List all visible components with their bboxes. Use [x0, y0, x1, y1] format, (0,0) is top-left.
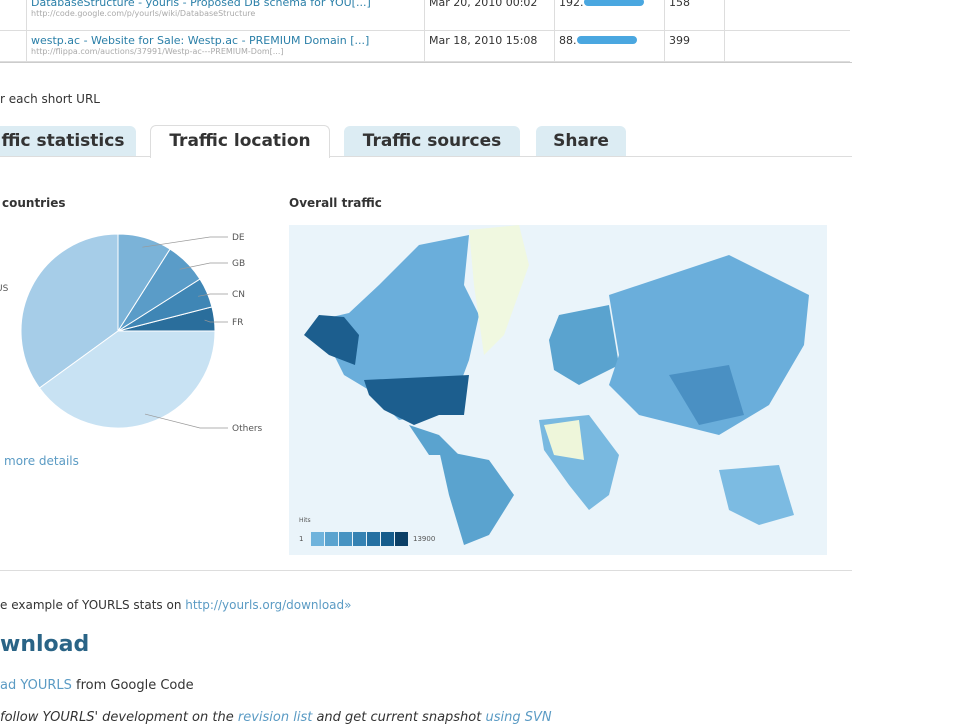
legend-scale — [311, 532, 408, 546]
link-title[interactable]: DatabaseStructure - yourls - Proposed DB… — [31, 0, 425, 9]
download-link[interactable]: http://yourls.org/download» — [185, 598, 351, 612]
link-title[interactable]: westp.ac - Website for Sale: Westp.ac - … — [31, 34, 425, 47]
tab-traffic-location[interactable]: Traffic location — [150, 125, 330, 158]
date: Mar 20, 2010 00:02 — [429, 0, 538, 9]
more-details-link[interactable]: more details — [4, 454, 79, 468]
date: Mar 18, 2010 15:08 — [429, 34, 538, 47]
pie-label-cn: CN — [232, 290, 245, 300]
example-line: e example of YOURLS stats on http://your… — [0, 598, 352, 612]
ip: 192. — [559, 0, 665, 9]
tab-traffic-sources[interactable]: Traffic sources — [344, 126, 520, 156]
legend-swatch — [311, 532, 324, 546]
link-url[interactable]: http://code.google.com/p/yourls/wiki/Dat… — [31, 9, 425, 18]
legend-swatch — [325, 532, 338, 546]
europe — [549, 305, 619, 385]
overall-traffic-heading: Overall traffic — [289, 196, 382, 210]
revision-list-link[interactable]: revision list — [238, 710, 312, 725]
usa — [364, 375, 469, 425]
ip: 88. — [559, 34, 665, 47]
pie-label-others: Others — [232, 424, 263, 434]
follow-line: follow YOURLS' development on the revisi… — [0, 710, 552, 725]
links-table: DatabaseStructure - yourls - Proposed DB… — [0, 0, 852, 63]
pie-label-de: DE — [232, 233, 245, 243]
australia — [719, 465, 794, 525]
download-line: ad YOURLS from Google Code — [0, 678, 194, 693]
clicks: 158 — [669, 0, 690, 9]
pie-chart: FR CN GB DE US Others — [0, 233, 263, 434]
legend-swatch — [367, 532, 380, 546]
table-row: DatabaseStructure - yourls - Proposed DB… — [0, 0, 850, 31]
link-url[interactable]: http://flippa.com/auctions/37991/Westp-a… — [31, 47, 425, 56]
greenland — [469, 225, 529, 355]
legend-swatch — [395, 532, 408, 546]
legend-min: 1 — [299, 535, 304, 543]
caption: r each short URL — [0, 92, 100, 106]
pie-label-gb: GB — [232, 259, 245, 269]
tab-traffic-statistics[interactable]: ffic statistics — [0, 126, 136, 156]
pie-label-us: US — [0, 284, 9, 294]
south-america — [439, 450, 514, 545]
countries-heading: countries — [2, 196, 66, 210]
legend-swatch — [381, 532, 394, 546]
download-yourls-link[interactable]: ad YOURLS — [0, 678, 72, 693]
table-row: westp.ac - Website for Sale: Westp.ac - … — [0, 31, 850, 62]
world-map-svg — [304, 225, 809, 545]
legend-title: Hits — [299, 517, 311, 524]
world-map: Hits 1 13900 — [289, 225, 827, 555]
legend-max: 13900 — [413, 535, 436, 543]
legend-swatch — [339, 532, 352, 546]
legend-swatch — [353, 532, 366, 546]
pie-label-fr: FR — [232, 318, 243, 328]
clicks: 399 — [669, 34, 690, 47]
download-heading: wnload — [0, 632, 90, 657]
tab-share[interactable]: Share — [536, 126, 626, 156]
svn-link[interactable]: using SVN — [485, 710, 551, 725]
